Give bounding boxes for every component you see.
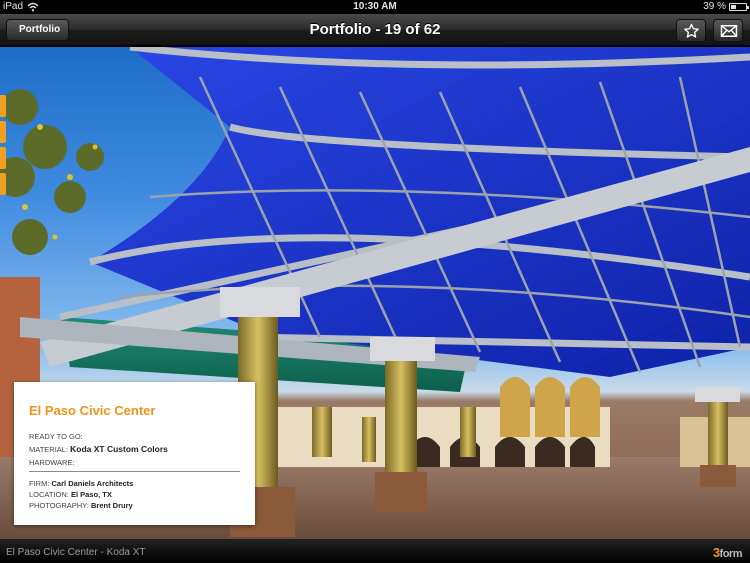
location-value: El Paso, TX xyxy=(70,490,112,499)
photography-value: Brent Drury xyxy=(90,501,133,510)
clock: 10:30 AM xyxy=(353,1,397,12)
side-tab[interactable] xyxy=(0,147,6,169)
email-button[interactable] xyxy=(713,19,743,42)
location-label: LOCATION: xyxy=(29,490,69,499)
material-row: MATERIAL: Koda XT Custom Colors xyxy=(29,444,168,454)
firm-value: Carl Daniels Architects xyxy=(51,479,134,488)
firm-label: FIRM: xyxy=(29,479,50,488)
battery-icon xyxy=(729,3,749,11)
star-icon xyxy=(684,23,699,38)
favorite-button[interactable] xyxy=(676,19,706,42)
location-row: LOCATION: El Paso, TX xyxy=(29,490,112,499)
material-value: Koda XT Custom Colors xyxy=(70,444,168,454)
status-bar: iPad 10:30 AM 39 % xyxy=(0,0,750,14)
photography-label: PHOTOGRAPHY: xyxy=(29,501,89,510)
side-tab[interactable] xyxy=(0,95,6,117)
brand-logo-number: 3 xyxy=(712,545,720,560)
battery-percent: 39 % xyxy=(703,1,726,12)
envelope-icon xyxy=(720,25,738,37)
ready-label: READY TO GO: xyxy=(29,432,83,441)
page-title: Portfolio - 19 of 62 xyxy=(309,21,441,38)
brand-logo-word: form xyxy=(719,548,743,560)
brand-logo: 3form xyxy=(712,545,743,560)
photography-row: PHOTOGRAPHY: Brent Drury xyxy=(29,501,133,510)
project-title: El Paso Civic Center xyxy=(29,403,156,418)
hardware-row: HARDWARE: xyxy=(29,458,75,467)
ready-to-go-row: READY TO GO: xyxy=(29,432,83,441)
divider xyxy=(29,471,240,472)
firm-row: FIRM: Carl Daniels Architects xyxy=(29,479,133,488)
side-tab[interactable] xyxy=(0,173,6,195)
hardware-label: HARDWARE: xyxy=(29,458,75,467)
bottom-bar: El Paso Civic Center - Koda XT 3form xyxy=(0,539,750,563)
photo-caption: El Paso Civic Center - Koda XT xyxy=(6,547,146,558)
navigation-bar: Portfolio Portfolio - 19 of 62 xyxy=(0,14,750,46)
material-label: MATERIAL: xyxy=(29,445,69,454)
side-tab[interactable] xyxy=(0,121,6,143)
project-info-card: El Paso Civic Center READY TO GO: MATERI… xyxy=(14,382,255,525)
